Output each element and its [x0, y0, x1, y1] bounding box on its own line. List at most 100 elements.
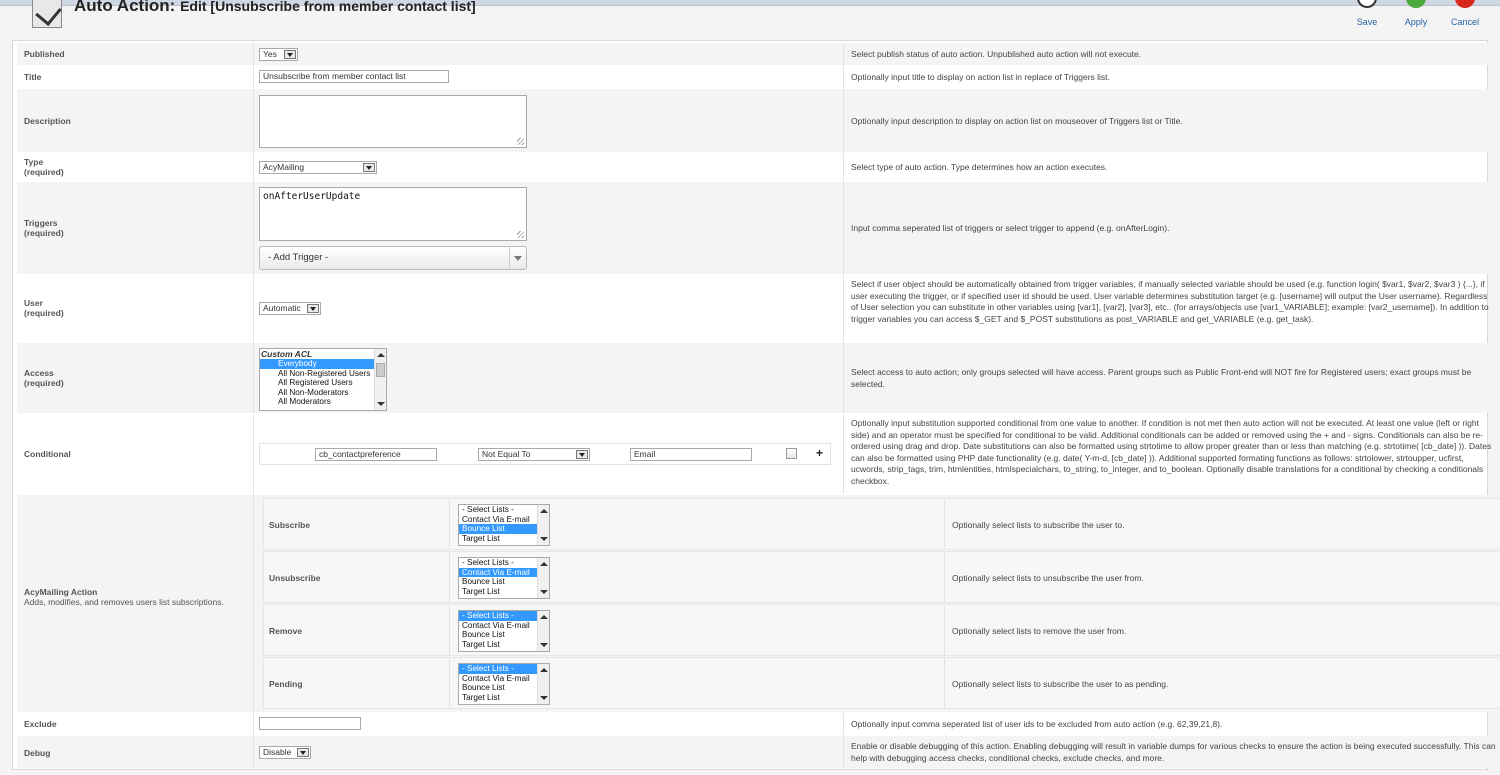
type-select[interactable]: AcyMailing: [259, 161, 377, 174]
conditional-translation-checkbox[interactable]: [786, 448, 797, 459]
conditional-row[interactable]: cb_contactpreference Not Equal To Email …: [259, 443, 831, 465]
page-title: Auto Action: Edit [Unsubscribe from memb…: [74, 0, 476, 16]
acymailing-pending-listbox[interactable]: - Select Lists - Contact Via E-mail Bounce…: [458, 663, 550, 705]
list-option[interactable]: Bounce List: [459, 683, 549, 693]
scroll-down-icon: [540, 590, 548, 594]
row-published: Published Yes Select publish status of a…: [17, 43, 1500, 65]
list-option[interactable]: - Select Lists -: [459, 558, 549, 568]
row-title: Title Unsubscribe from member contact li…: [17, 66, 1500, 88]
list-option[interactable]: Target List: [459, 640, 549, 650]
list-option[interactable]: Bounce List: [459, 630, 549, 640]
acymailing-subrow: Pending - Select Lists - Contact Via E-mai…: [263, 657, 1500, 709]
access-scrollbar[interactable]: [374, 349, 386, 410]
save-button[interactable]: Save: [1347, 0, 1387, 34]
exclude-input[interactable]: [259, 717, 361, 730]
acymailing-label: AcyMailing Action Adds, modifies, and rem…: [24, 587, 244, 607]
chevron-down-icon: [297, 748, 309, 757]
list-option[interactable]: Target List: [459, 587, 549, 597]
col-divider: [253, 153, 254, 181]
list-option[interactable]: Bounce List: [459, 524, 549, 534]
conditional-operator-select[interactable]: Not Equal To: [478, 448, 590, 461]
triggers-label-text: Triggers: [24, 218, 58, 228]
add-conditional-button[interactable]: +: [816, 446, 823, 460]
triggers-required: (required): [24, 228, 64, 238]
list-scrollbar[interactable]: [537, 664, 549, 704]
col-divider: [843, 736, 844, 768]
acymailing-unsubscribe-listbox[interactable]: - Select Lists - Contact Via E-mail Bounce…: [458, 557, 550, 599]
list-option[interactable]: Bounce List: [459, 577, 549, 587]
access-description: Select access to auto action; only group…: [851, 367, 1472, 389]
access-option[interactable]: All Non-Registered Users: [260, 369, 386, 379]
resize-grip-icon[interactable]: [517, 138, 524, 145]
description-help: Optionally input description to display …: [851, 116, 1183, 126]
list-option[interactable]: Contact Via E-mail: [459, 515, 549, 525]
col-divider: [449, 658, 450, 708]
apply-button[interactable]: Apply: [1396, 0, 1436, 34]
list-scrollbar[interactable]: [537, 611, 549, 651]
user-required: (required): [24, 308, 64, 318]
apply-icon: [1406, 0, 1426, 8]
col-divider: [449, 605, 450, 655]
row-user: User (required) Automatic Select if user …: [17, 275, 1500, 342]
list-scrollbar[interactable]: [537, 558, 549, 598]
col-divider: [944, 605, 945, 655]
user-select[interactable]: Automatic: [259, 302, 321, 315]
access-label-text: Access: [24, 368, 54, 378]
resize-grip-icon[interactable]: [517, 231, 524, 238]
row-description: Description Optionally input description…: [17, 89, 1500, 152]
published-value: Yes: [263, 49, 277, 59]
scroll-thumb[interactable]: [376, 363, 385, 377]
list-option[interactable]: - Select Lists -: [459, 664, 549, 674]
list-option[interactable]: Contact Via E-mail: [459, 674, 549, 684]
title-description: Optionally input title to display on act…: [851, 72, 1110, 82]
acymailing-subscribe-description: Optionally select lists to subscribe the…: [952, 520, 1125, 530]
cancel-button[interactable]: Cancel: [1445, 0, 1485, 34]
published-select[interactable]: Yes: [259, 48, 298, 61]
acymailing-pending-label: Pending: [269, 679, 303, 689]
title-label: Title: [24, 72, 42, 82]
list-scrollbar[interactable]: [537, 505, 549, 545]
access-group-label: Custom ACL: [261, 349, 313, 359]
acymailing-subrow: Subscribe - Select Lists - Contact Via E-m…: [263, 498, 1500, 550]
list-option[interactable]: Contact Via E-mail: [459, 567, 549, 578]
list-option[interactable]: Contact Via E-mail: [459, 621, 549, 631]
debug-select[interactable]: Disable: [259, 746, 311, 759]
triggers-textarea[interactable]: onAfterUserUpdate: [259, 187, 527, 241]
debug-value: Disable: [263, 747, 292, 757]
col-divider: [253, 414, 254, 494]
description-textarea[interactable]: [259, 95, 527, 148]
acymailing-pending-description: Optionally select lists to subscribe the…: [952, 679, 1169, 689]
col-divider: [843, 414, 844, 494]
acymailing-remove-description: Optionally select lists to remove the us…: [952, 626, 1127, 636]
title-input[interactable]: Unsubscribe from member contact list: [259, 70, 449, 83]
chevron-down-icon: [307, 304, 319, 313]
access-option[interactable]: All Non-Moderators: [260, 388, 386, 398]
col-divider: [944, 658, 945, 708]
triggers-value: onAfterUserUpdate: [263, 191, 361, 202]
acymailing-remove-listbox[interactable]: - Select Lists - Contact Via E-mail Bounce…: [458, 610, 550, 652]
scroll-down-icon: [377, 402, 385, 406]
add-trigger-select[interactable]: - Add Trigger -: [259, 246, 527, 270]
conditional-description: Optionally input substitution supported …: [851, 418, 1492, 486]
list-option[interactable]: Target List: [459, 534, 549, 544]
col-divider: [253, 343, 254, 413]
access-option[interactable]: Everybody: [260, 359, 386, 369]
type-label: Type (required): [24, 157, 64, 177]
col-divider: [843, 713, 844, 735]
acymailing-subscribe-listbox[interactable]: - Select Lists - Contact Via E-mail Bounce…: [458, 504, 550, 546]
access-listbox[interactable]: Custom ACL Everybody All Non-Registered …: [259, 348, 387, 411]
access-option[interactable]: All Moderators: [260, 397, 386, 407]
conditional-value-input[interactable]: Email: [630, 448, 752, 461]
type-value: AcyMailing: [263, 162, 305, 172]
conditional-field-input[interactable]: cb_contactpreference: [315, 448, 437, 461]
col-divider: [253, 43, 254, 65]
access-required: (required): [24, 378, 64, 388]
exclude-label: Exclude: [24, 719, 57, 729]
list-option[interactable]: - Select Lists -: [459, 611, 549, 621]
debug-description: Enable or disable debugging of this acti…: [851, 741, 1496, 763]
list-option[interactable]: - Select Lists -: [459, 505, 549, 515]
access-option[interactable]: All Registered Users: [260, 378, 386, 388]
type-label-text: Type: [24, 157, 44, 167]
list-option[interactable]: Target List: [459, 693, 549, 703]
conditional-operator-value: Not Equal To: [482, 449, 531, 459]
